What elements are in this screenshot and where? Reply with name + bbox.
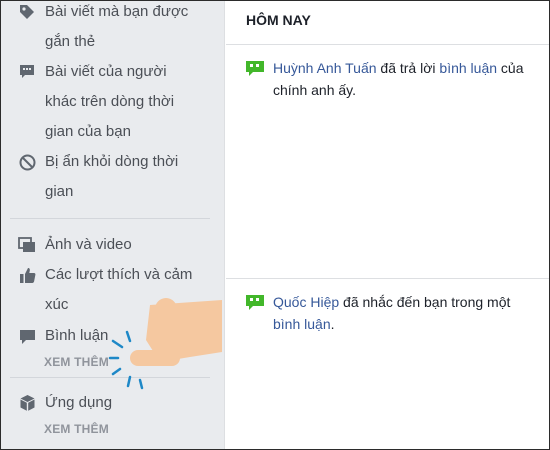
- tag-icon: [17, 2, 37, 22]
- notification-verb: đã nhắc đến bạn trong một: [339, 294, 511, 310]
- notification-item: Quốc Hiệp đã nhắc đến bạn trong một bình…: [226, 291, 549, 335]
- actor-link[interactable]: Quốc Hiệp: [273, 294, 339, 310]
- sidebar-item-label: Bài viết mà bạn được: [45, 3, 189, 20]
- activity-log-sidebar: Bài viết mà bạn được gắn thẻ Bài viết củ…: [1, 1, 225, 449]
- see-more-comments-link[interactable]: XEM THÊM: [44, 355, 109, 369]
- cube-icon: [17, 393, 37, 413]
- quote-bubble-icon: [246, 295, 264, 311]
- sidebar-item-label: Các lượt thích và cảm: [45, 266, 193, 283]
- sidebar-item-photos-videos[interactable]: Ảnh và video: [17, 230, 217, 260]
- sidebar-item-label: Bình luận: [45, 327, 109, 344]
- section-header: HÔM NAY: [226, 1, 549, 45]
- sidebar-item-label: xúc: [45, 296, 69, 313]
- sidebar-divider: [10, 218, 210, 219]
- sidebar-item-likes-reactions[interactable]: Các lượt thích và cảm xúc: [17, 260, 217, 320]
- quote-bubble-icon: [246, 61, 264, 77]
- thumbs-up-icon: [17, 265, 37, 285]
- notification-text: Quốc Hiệp đã nhắc đến bạn trong một bình…: [273, 291, 543, 335]
- notification-text: Huỳnh Anh Tuấn đã trả lời bình luận của …: [273, 57, 543, 101]
- sidebar-item-tagged-posts[interactable]: Bài viết mà bạn được gắn thẻ: [17, 0, 217, 57]
- comment-bubble-icon: [17, 62, 37, 82]
- sidebar-item-apps[interactable]: Ứng dụng: [17, 388, 217, 418]
- see-more-apps-link[interactable]: XEM THÊM: [44, 422, 109, 436]
- sidebar-item-label: Ảnh và video: [45, 236, 132, 253]
- comment-icon: [17, 327, 37, 347]
- notification-tail: .: [330, 316, 335, 332]
- section-title: HÔM NAY: [246, 12, 311, 28]
- actor-link[interactable]: Huỳnh Anh Tuấn: [273, 60, 377, 76]
- sidebar-item-label: Bài viết của người: [45, 63, 167, 80]
- notification-divider: [226, 278, 549, 279]
- notification-tail: chính anh ấy.: [273, 82, 357, 98]
- photos-icon: [17, 235, 37, 255]
- sidebar-item-label: gian của bạn: [45, 123, 131, 140]
- sidebar-item-hidden-from-timeline[interactable]: Bị ẩn khỏi dòng thời gian: [17, 147, 217, 207]
- notification-verb: đã trả lời: [376, 60, 440, 76]
- sidebar-item-comments[interactable]: Bình luận: [17, 321, 217, 351]
- activity-log-main: HÔM NAY Huỳnh Anh Tuấn đã trả lời bình l…: [226, 1, 549, 449]
- comment-link[interactable]: bình luận: [273, 316, 331, 332]
- sidebar-divider: [10, 377, 210, 378]
- notification-item: Huỳnh Anh Tuấn đã trả lời bình luận của …: [226, 57, 549, 101]
- sidebar-item-label: gian: [45, 183, 74, 200]
- sidebar-item-label: Bị ẩn khỏi dòng thời: [45, 153, 179, 170]
- notification-tail: của: [497, 60, 524, 76]
- sidebar-item-label: gắn thẻ: [45, 33, 96, 50]
- sidebar-item-label: khác trên dòng thời: [45, 93, 175, 110]
- hidden-circle-icon: [17, 152, 37, 172]
- comment-link[interactable]: bình luận: [439, 60, 497, 76]
- sidebar-item-others-posts[interactable]: Bài viết của người khác trên dòng thời g…: [17, 57, 217, 147]
- sidebar-item-label: Ứng dụng: [45, 394, 113, 411]
